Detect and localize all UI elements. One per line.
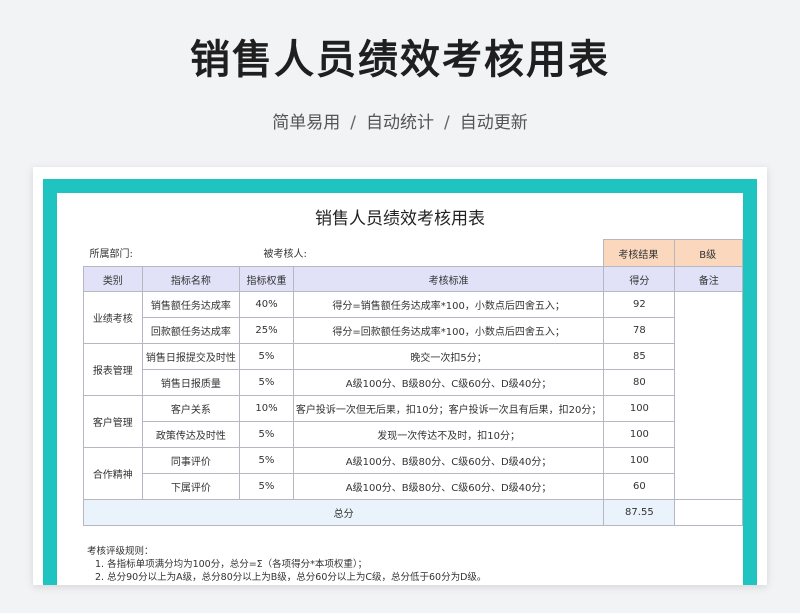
result-value[interactable]: B级 — [674, 239, 743, 267]
standard-cell[interactable]: 发现一次传达不及时，扣10分； — [292, 421, 605, 448]
weight-cell[interactable]: 10% — [239, 395, 294, 422]
score-cell[interactable]: 85 — [603, 343, 676, 370]
score-cell[interactable]: 100 — [603, 421, 676, 448]
standard-cell[interactable]: A级100分、B级80分、C级60分、D级40分； — [292, 369, 605, 396]
header-category: 类别 — [83, 266, 143, 292]
meta-row: 所属部门: 被考核人: 考核结果 B级 — [84, 239, 743, 267]
weight-cell[interactable]: 5% — [239, 447, 294, 474]
table-row: 业绩考核 销售额任务达成率 40% 得分=销售额任务达成率*100，小数点后四舍… — [83, 291, 743, 500]
score-cell[interactable]: 92 — [603, 291, 676, 318]
standard-cell[interactable]: 客户投诉一次但无后果，扣10分；客户投诉一次且有后果，扣20分； — [292, 395, 605, 422]
total-row: 总分 87.55 — [82, 499, 743, 526]
standard-cell[interactable]: 晚交一次扣5分； — [292, 343, 605, 370]
header-score: 得分 — [603, 266, 676, 292]
table-row: 回款额任务达成率 25% 得分=回款额任务达成率*100，小数点后四舍五入； 7… — [84, 317, 743, 344]
indicator-cell[interactable]: 下属评价 — [141, 473, 241, 500]
indicator-cell[interactable]: 客户关系 — [141, 395, 241, 422]
header-standard: 考核标准 — [292, 266, 605, 292]
score-cell[interactable]: 100 — [603, 395, 676, 422]
subtitle-separator: / — [444, 113, 450, 133]
rules-item: 2. 总分90分以上为A级，总分80分以上为B级，总分60分以上为C级，总分低于… — [95, 572, 487, 583]
standard-cell[interactable]: A级100分、B级80分、C级60分、D级40分； — [292, 473, 605, 500]
weight-cell[interactable]: 5% — [239, 473, 294, 500]
spreadsheet: 销售人员绩效考核用表 所属部门: 被考核人: 考核结果 B级 类别 指标名称 指… — [57, 193, 743, 585]
subtitle-item: 自动统计 — [366, 113, 434, 133]
header-indicator: 指标名称 — [141, 266, 241, 292]
rules-title: 考核评级规则： — [87, 546, 154, 557]
score-cell[interactable]: 100 — [603, 447, 676, 474]
category-cell[interactable]: 客户管理 — [83, 395, 143, 448]
standard-cell[interactable]: 得分=销售额任务达成率*100，小数点后四舍五入； — [292, 291, 605, 318]
result-label: 考核结果 — [603, 239, 676, 267]
weight-cell[interactable]: 5% — [239, 343, 294, 370]
table-row: 客户管理 客户关系 10% 客户投诉一次但无后果，扣10分；客户投诉一次且有后果… — [83, 395, 743, 448]
table-row: 下属评价 5% A级100分、B级80分、C级60分、D级40分； 60 — [84, 473, 743, 500]
indicator-cell[interactable]: 回款额任务达成率 — [141, 317, 241, 344]
category-cell[interactable]: 业绩考核 — [83, 291, 143, 344]
preview-card: 销售人员绩效考核用表 所属部门: 被考核人: 考核结果 B级 类别 指标名称 指… — [33, 167, 767, 585]
total-value[interactable]: 87.55 — [603, 499, 676, 526]
department-label: 所属部门: — [89, 249, 133, 261]
page-title: 销售人员绩效考核用表 — [190, 37, 610, 83]
remark-cell[interactable] — [674, 291, 743, 500]
sheet-frame: 销售人员绩效考核用表 所属部门: 被考核人: 考核结果 B级 类别 指标名称 指… — [43, 179, 757, 585]
table-row: 合作精神 同事评价 5% A级100分、B级80分、C级60分、D级40分； 1… — [83, 447, 743, 500]
sheet-title: 销售人员绩效考核用表 — [315, 209, 485, 229]
assessee-label: 被考核人: — [263, 249, 307, 261]
indicator-cell[interactable]: 销售额任务达成率 — [141, 291, 241, 318]
table-row: 报表管理 销售日报提交及时性 5% 晚交一次扣5分； 85 — [83, 343, 743, 396]
subtitle-item: 自动更新 — [459, 113, 528, 133]
total-remark-cell[interactable] — [674, 499, 743, 526]
indicator-cell[interactable]: 销售日报提交及时性 — [141, 343, 241, 370]
standard-cell[interactable]: 得分=回款额任务达成率*100，小数点后四舍五入； — [292, 317, 605, 344]
table-row: 政策传达及时性 5% 发现一次传达不及时，扣10分； 100 — [84, 421, 743, 448]
indicator-cell[interactable]: 政策传达及时性 — [141, 421, 241, 448]
category-cell[interactable]: 报表管理 — [83, 343, 143, 396]
weight-cell[interactable]: 25% — [239, 317, 294, 344]
header-remark: 备注 — [674, 266, 743, 292]
subtitle-separator: / — [350, 113, 356, 133]
score-cell[interactable]: 78 — [603, 317, 676, 344]
subtitle-item: 简单易用 — [272, 113, 341, 133]
assessment-table: 所属部门: 被考核人: 考核结果 B级 类别 指标名称 指标权重 考核标准 得分… — [82, 239, 743, 526]
weight-cell[interactable]: 5% — [239, 421, 294, 448]
category-cell[interactable]: 合作精神 — [83, 447, 143, 500]
weight-cell[interactable]: 5% — [239, 369, 294, 396]
standard-cell[interactable]: A级100分、B级80分、C级60分、D级40分； — [292, 447, 605, 474]
total-label: 总分 — [82, 499, 605, 526]
header-row: 类别 指标名称 指标权重 考核标准 得分 备注 — [83, 266, 743, 292]
indicator-cell[interactable]: 同事评价 — [141, 447, 241, 474]
rating-rules: 考核评级规则： 1. 各指标单项满分均为100分，总分=Σ（各项得分*本项权重）… — [87, 545, 727, 584]
score-cell[interactable]: 80 — [603, 369, 676, 396]
weight-cell[interactable]: 40% — [239, 291, 294, 318]
header-weight: 指标权重 — [239, 266, 294, 292]
page-subtitle: 简单易用 / 自动统计 / 自动更新 — [0, 110, 800, 136]
score-cell[interactable]: 60 — [603, 473, 676, 500]
indicator-cell[interactable]: 销售日报质量 — [141, 369, 241, 396]
table-row: 销售日报质量 5% A级100分、B级80分、C级60分、D级40分； 80 — [84, 369, 743, 396]
rules-item: 1. 各指标单项满分均为100分，总分=Σ（各项得分*本项权重）； — [95, 559, 368, 570]
